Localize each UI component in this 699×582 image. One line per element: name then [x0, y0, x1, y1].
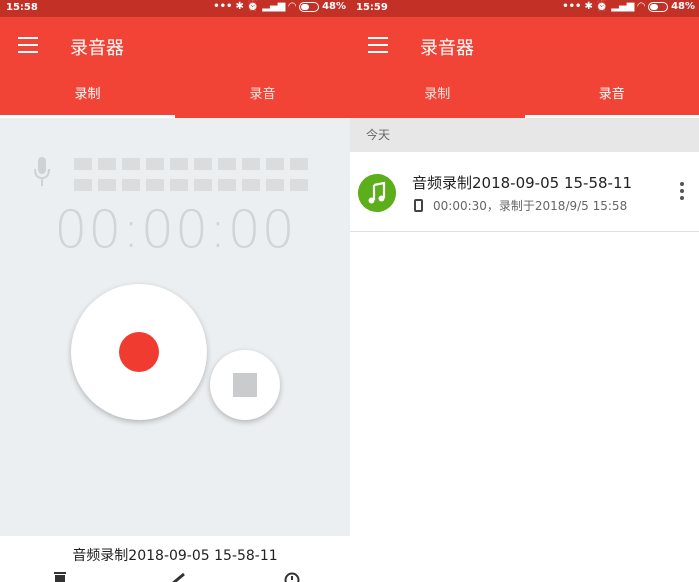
record-dot-icon: [119, 332, 159, 372]
wifi-icon: ◠: [288, 1, 297, 12]
status-bar: 15:58 ••• ✱ ⏰ ▂▄▆ ◠ 48%: [0, 0, 350, 17]
bottom-panel: 音频录制2018-09-05 15-58-11: [0, 536, 350, 582]
recording-duration: 00:00:30: [433, 199, 487, 213]
alarm-icon: ⏰: [595, 1, 609, 12]
battery-icon: [648, 1, 669, 12]
stop-button[interactable]: [210, 350, 280, 420]
battery-level: 48%: [322, 1, 346, 12]
app-title: 录音器: [70, 38, 124, 59]
alarm-icon: ⏰: [246, 1, 260, 12]
recording-meta: 00:00:30，录制于2018/9/5 15:58: [414, 197, 627, 214]
recording-timer: 00:00:00: [54, 200, 296, 260]
recording-date: ，录制于2018/9/5 15:58: [486, 199, 628, 213]
app-bar: 录音器 录制 录音: [350, 17, 699, 118]
record-button[interactable]: [71, 284, 207, 420]
more-dots-icon: •••: [213, 1, 233, 12]
wifi-icon: ◠: [637, 1, 646, 12]
tab-indicator: [0, 115, 175, 118]
delete-icon[interactable]: [52, 572, 68, 582]
tab-record[interactable]: 录制: [350, 73, 525, 118]
tab-record-label: 录制: [74, 87, 101, 102]
app-bar: 录音器 录制 录音: [0, 17, 350, 118]
signal-icon: ▂▄▆: [262, 1, 286, 12]
tab-recordings[interactable]: 录音: [175, 73, 350, 118]
status-time: 15:59: [356, 2, 388, 13]
status-bar: 15:59 ••• ✱ ⏰ ▂▄▆ ◠ 48%: [350, 0, 699, 17]
tab-record[interactable]: 录制: [0, 73, 175, 118]
tab-bar: 录制 录音: [350, 73, 699, 118]
more-dots-icon: •••: [562, 1, 582, 12]
signal-icon: ▂▄▆: [611, 1, 635, 12]
bluetooth-icon: ✱: [584, 1, 593, 12]
menu-icon[interactable]: [18, 37, 38, 53]
bottom-actions: [0, 572, 350, 582]
section-header-today: 今天: [350, 118, 699, 152]
music-note-icon: [358, 174, 396, 212]
edit-icon[interactable]: [170, 572, 186, 582]
recording-file-name: 音频录制2018-09-05 15-58-11: [72, 548, 278, 564]
tab-recordings-label: 录音: [249, 87, 276, 102]
status-icons: ••• ✱ ⏰ ▂▄▆ ◠ 48%: [562, 1, 695, 12]
battery-level: 48%: [671, 1, 695, 12]
more-options-icon[interactable]: [679, 182, 685, 202]
recorder-screen: 15:58 ••• ✱ ⏰ ▂▄▆ ◠ 48% 录音器 录制 录音 00:00:…: [0, 0, 350, 582]
tab-record-label: 录制: [424, 87, 451, 102]
audio-level-meter: [74, 158, 308, 191]
app-title: 录音器: [420, 38, 474, 59]
status-icons: ••• ✱ ⏰ ▂▄▆ ◠ 48%: [213, 1, 346, 12]
battery-icon: [299, 1, 320, 12]
clock-icon[interactable]: [284, 572, 300, 582]
menu-icon[interactable]: [368, 37, 388, 53]
phone-icon: [414, 199, 423, 212]
status-time: 15:58: [6, 2, 38, 13]
recordings-screen: 15:59 ••• ✱ ⏰ ▂▄▆ ◠ 48% 录音器 录制 录音 今天 音频录…: [350, 0, 699, 582]
stop-icon: [233, 373, 257, 397]
recording-list-item[interactable]: 音频录制2018-09-05 15-58-11 00:00:30，录制于2018…: [350, 152, 699, 232]
tab-recordings[interactable]: 录音: [524, 73, 699, 118]
tab-recordings-label: 录音: [598, 87, 625, 102]
recording-title: 音频录制2018-09-05 15-58-11: [412, 174, 633, 192]
tab-bar: 录制 录音: [0, 73, 350, 118]
microphone-icon: [34, 157, 50, 186]
bluetooth-icon: ✱: [235, 1, 244, 12]
